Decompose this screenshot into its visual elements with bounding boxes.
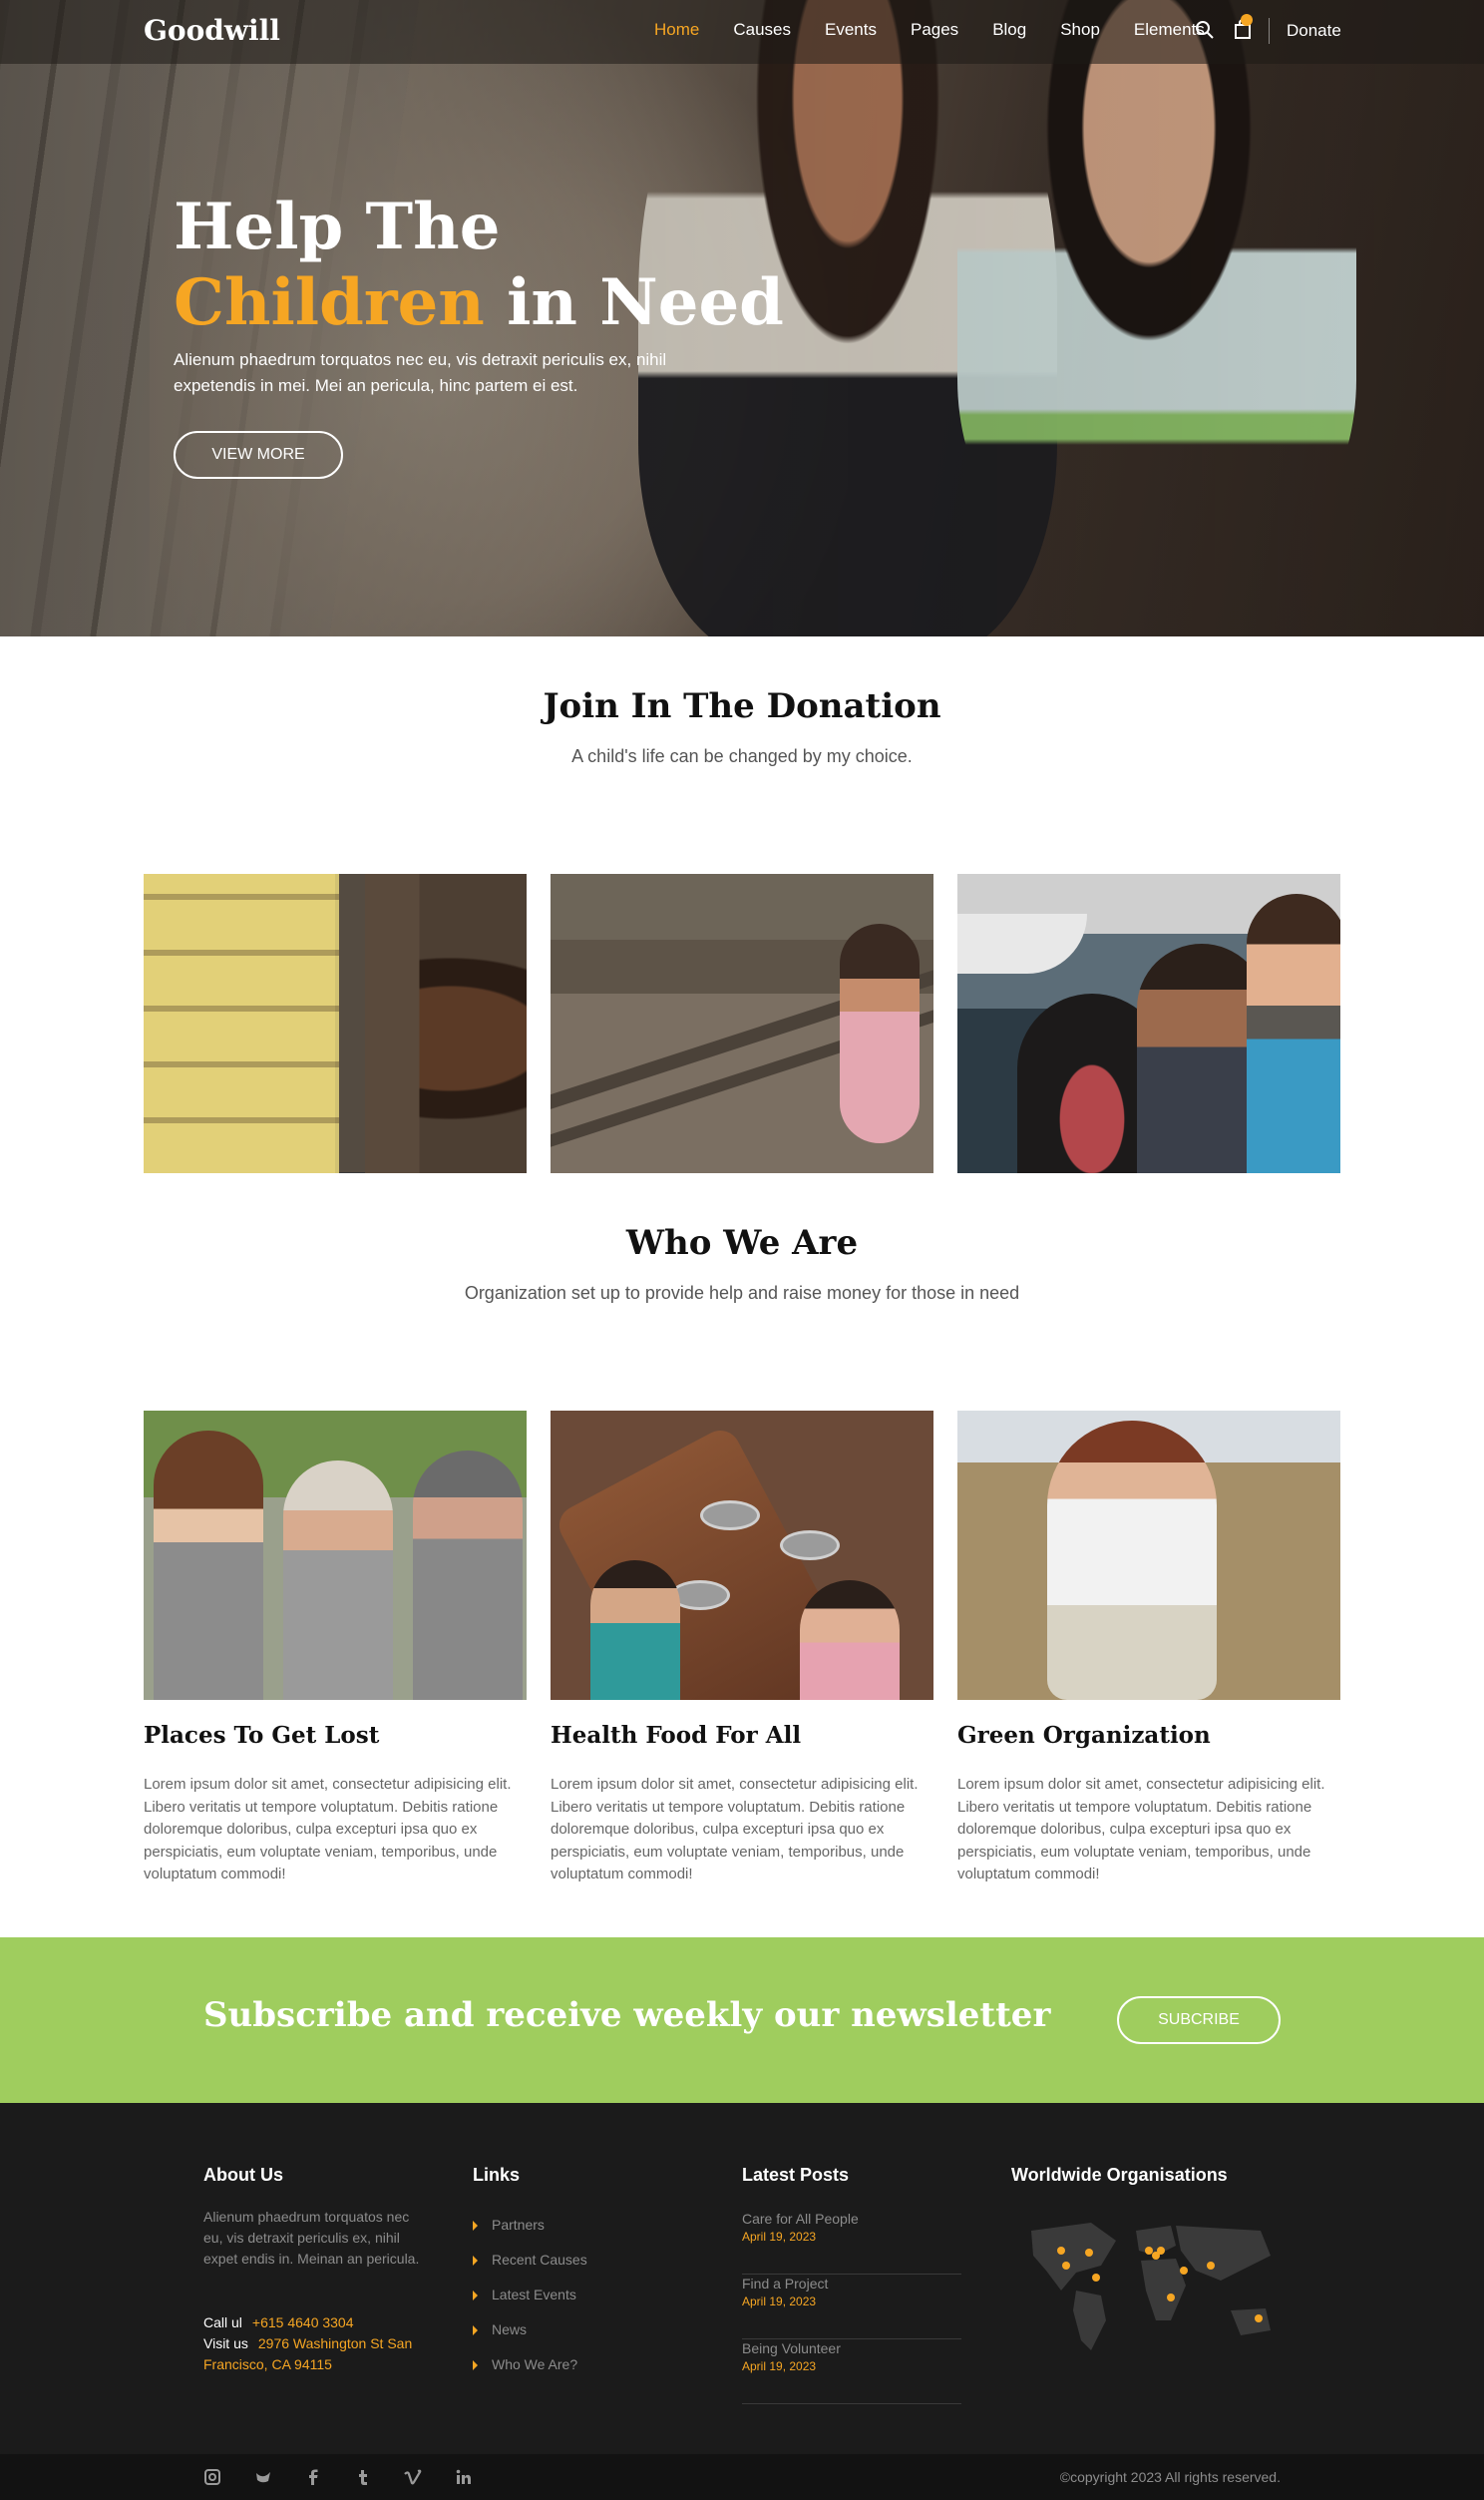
- top-navigation: Goodwill Home Causes Events Pages Blog S…: [0, 0, 1484, 64]
- twitter-icon[interactable]: [254, 2468, 272, 2486]
- instagram-icon[interactable]: [203, 2468, 221, 2486]
- nav-item-causes[interactable]: Causes: [733, 20, 791, 40]
- card-title[interactable]: Green Organization: [957, 1722, 1211, 1749]
- card-photo-volunteers[interactable]: [144, 1411, 527, 1700]
- footer-about-text: Alienum phaedrum torquatos nec eu, vis d…: [203, 2209, 420, 2267]
- view-more-button[interactable]: VIEW MORE: [174, 431, 343, 479]
- footer-link-news[interactable]: News: [473, 2321, 527, 2337]
- hero-title: Help The Children in Need: [174, 190, 784, 340]
- nav-item-shop[interactable]: Shop: [1060, 20, 1100, 40]
- nav-item-blog[interactable]: Blog: [992, 20, 1026, 40]
- footer-about-heading: About Us: [203, 2165, 283, 2185]
- donation-title: Join In The Donation: [543, 686, 941, 726]
- hero-text-block: Help The Children in Need Alienum phaedr…: [174, 190, 784, 399]
- donation-subtitle: A child's life can be changed by my choi…: [571, 746, 913, 766]
- footer-bottom-bar: ©copyright 2023 All rights reserved.: [0, 2454, 1484, 2500]
- address-line-2[interactable]: Francisco, CA 94115: [203, 2356, 332, 2372]
- cart-badge: [1241, 14, 1253, 26]
- subscribe-button[interactable]: SUBCRIBE: [1117, 1996, 1281, 2044]
- card-text: Lorem ipsum dolor sit amet, consectetur …: [957, 1776, 1325, 1882]
- arrow-right-icon: [473, 2325, 478, 2336]
- who-title: Who We Are: [625, 1223, 859, 1263]
- arrow-right-icon: [473, 2360, 478, 2371]
- card-text: Lorem ipsum dolor sit amet, consectetur …: [551, 1776, 919, 1882]
- nav-item-pages[interactable]: Pages: [911, 20, 958, 40]
- site-logo[interactable]: Goodwill: [144, 14, 280, 47]
- phone-link[interactable]: +615 4640 3304: [252, 2314, 354, 2330]
- arrow-right-icon: [473, 2291, 478, 2301]
- hero-banner: Help The Children in Need Alienum phaedr…: [0, 0, 1484, 636]
- card-title[interactable]: Places To Get Lost: [144, 1722, 379, 1749]
- footer-link-latest-events[interactable]: Latest Events: [473, 2287, 576, 2302]
- footer-link-recent-causes[interactable]: Recent Causes: [473, 2252, 587, 2268]
- world-map[interactable]: [1021, 2211, 1281, 2360]
- facebook-icon[interactable]: [304, 2468, 322, 2486]
- card-photo-tree-planting[interactable]: [957, 1411, 1340, 1700]
- linkedin-icon[interactable]: [455, 2468, 473, 2486]
- search-icon[interactable]: [1195, 20, 1215, 40]
- card-text: Lorem ipsum dolor sit amet, consectetur …: [144, 1776, 512, 1882]
- newsletter-title: Subscribe and receive weekly our newslet…: [203, 1995, 1051, 2035]
- donation-photo-child-wall[interactable]: [144, 874, 527, 1173]
- footer-link-who-we-are[interactable]: Who We Are?: [473, 2356, 577, 2372]
- footer-link-partners[interactable]: Partners: [473, 2217, 545, 2233]
- footer-post[interactable]: Care for All People April 19, 2023: [742, 2211, 961, 2275]
- donation-photo-railway-girl[interactable]: [551, 874, 933, 1173]
- nav-item-home[interactable]: Home: [654, 20, 699, 40]
- who-subtitle: Organization set up to provide help and …: [464, 1283, 1020, 1303]
- footer-post[interactable]: Being Volunteer April 19, 2023: [742, 2340, 961, 2404]
- copyright-text: ©copyright 2023 All rights reserved.: [1059, 2469, 1281, 2485]
- footer-post[interactable]: Find a Project April 19, 2023: [742, 2276, 961, 2339]
- newsletter-banner: Subscribe and receive weekly our newslet…: [0, 1937, 1484, 2103]
- nav-divider: [1269, 18, 1270, 44]
- footer-links-heading: Links: [473, 2165, 521, 2185]
- footer-world-heading: Worldwide Organisations: [1011, 2165, 1228, 2185]
- footer-visit: Visit us 2976 Washington St San: [203, 2335, 413, 2351]
- nav-item-events[interactable]: Events: [825, 20, 877, 40]
- arrow-right-icon: [473, 2256, 478, 2267]
- tumblr-icon[interactable]: [354, 2468, 372, 2486]
- main-menu: Home Causes Events Pages Blog Shop Eleme…: [654, 20, 1239, 40]
- hero-description: Alienum phaedrum torquatos nec eu, vis d…: [174, 350, 667, 395]
- footer-posts-heading: Latest Posts: [742, 2165, 850, 2185]
- card-title[interactable]: Health Food For All: [551, 1722, 801, 1749]
- footer-call: Call ul +615 4640 3304: [203, 2314, 354, 2330]
- arrow-right-icon: [473, 2221, 478, 2232]
- hero-title-accent: Children: [174, 265, 485, 340]
- address-link[interactable]: 2976 Washington St San: [258, 2335, 412, 2351]
- card-photo-children-eating[interactable]: [551, 1411, 933, 1700]
- donation-photo-family-harbor[interactable]: [957, 874, 1340, 1173]
- vimeo-icon[interactable]: [404, 2468, 422, 2486]
- donate-link[interactable]: Donate: [1287, 21, 1341, 41]
